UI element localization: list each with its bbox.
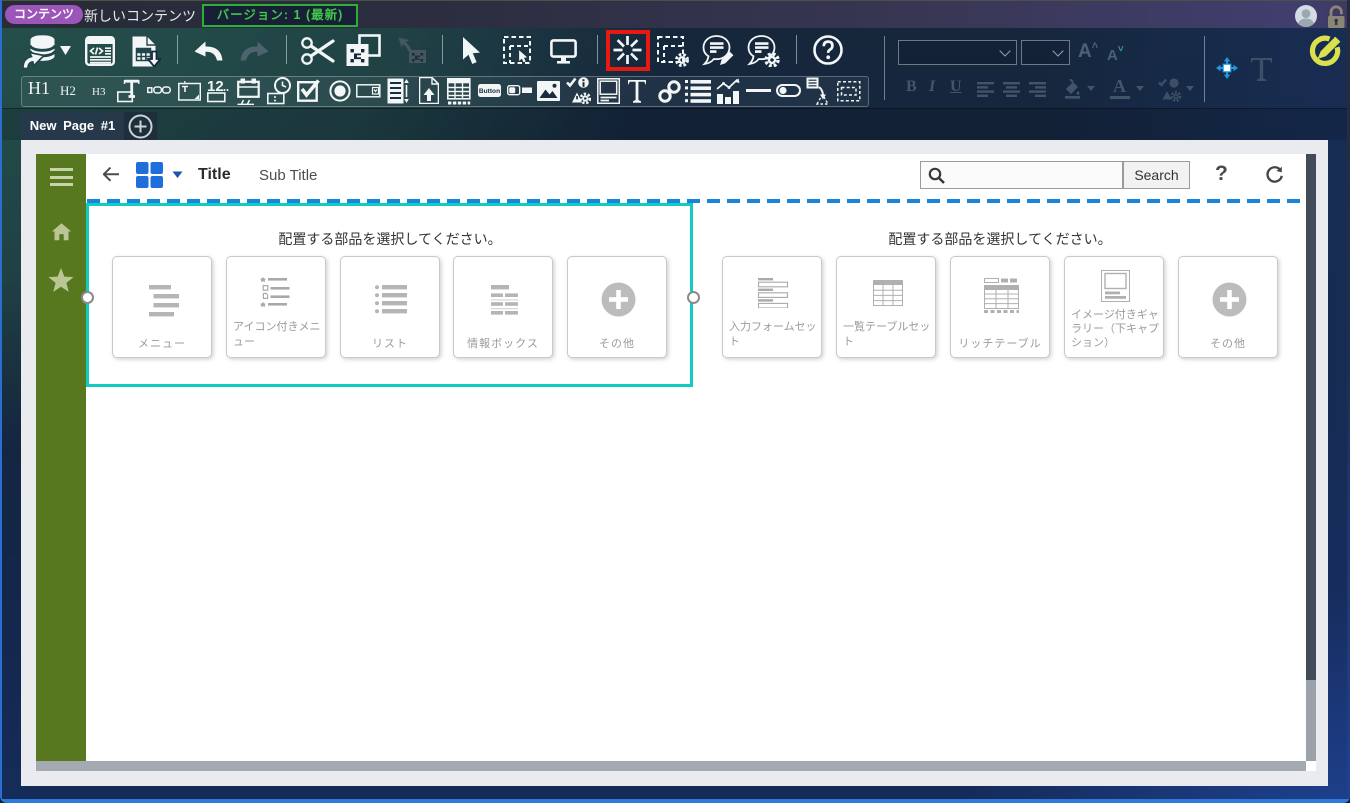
svg-text:Button: Button bbox=[479, 88, 500, 95]
